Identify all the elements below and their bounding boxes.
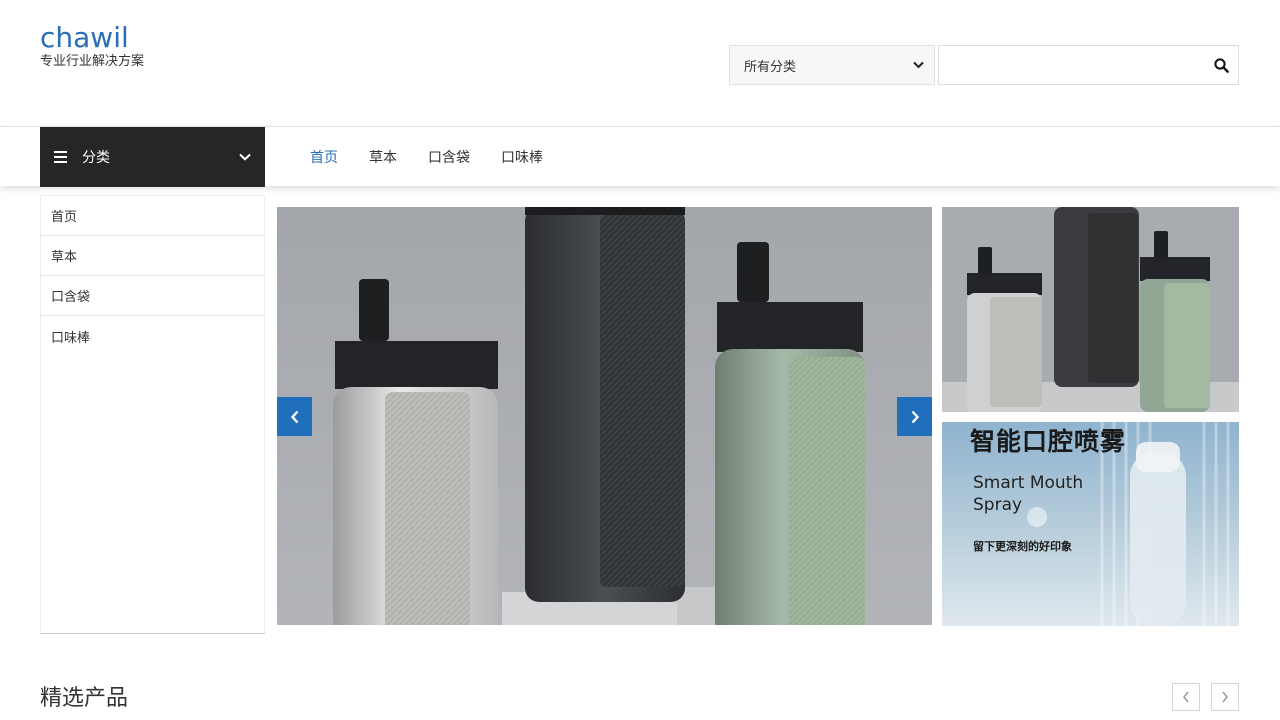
- side-banner-top-image: [942, 207, 1239, 412]
- nav-link-pouches[interactable]: 口含袋: [428, 147, 470, 167]
- nav-link-flavor-sticks[interactable]: 口味棒: [501, 147, 543, 167]
- slider-prev-button[interactable]: [277, 397, 312, 436]
- nav-link-home[interactable]: 首页: [310, 147, 338, 167]
- site-tagline: 专业行业解决方案: [40, 54, 145, 69]
- sidebar-item-home[interactable]: 首页: [41, 196, 264, 236]
- menu-icon: [54, 151, 67, 163]
- category-select-value: 所有分类: [744, 59, 797, 75]
- brand[interactable]: chawil 专业行业解决方案: [40, 22, 144, 70]
- category-select[interactable]: 所有分类: [729, 45, 935, 85]
- chevron-down-icon: [239, 153, 251, 161]
- slider-next-button[interactable]: [897, 397, 932, 436]
- side-banner-tagline: 留下更深刻的好印象: [973, 540, 1072, 553]
- category-sidebar: 首页 草本 口含袋 口味棒: [40, 195, 265, 634]
- chevron-right-icon: [911, 410, 919, 423]
- featured-next-button[interactable]: [1211, 683, 1239, 711]
- chevron-left-icon: [290, 410, 298, 423]
- side-banner-bottom[interactable]: 智能口腔喷雾 Smart Mouth Spray 留下更深刻的好印象: [942, 422, 1239, 626]
- side-banner-title-cn: 智能口腔喷雾: [970, 427, 1127, 456]
- hero-slider[interactable]: [277, 207, 932, 625]
- search-bar: 所有分类: [729, 45, 1239, 85]
- categories-toggle[interactable]: 分类: [40, 127, 265, 187]
- nav-links: 首页 草本 口含袋 口味棒: [310, 127, 574, 187]
- sidebar-item-flavor-sticks[interactable]: 口味棒: [41, 316, 264, 356]
- chevron-right-icon: [1222, 691, 1228, 703]
- site-logo-text[interactable]: chawil: [40, 22, 144, 54]
- side-banner-title-en: Smart Mouth Spray: [973, 473, 1084, 515]
- featured-products-title: 精选产品: [40, 686, 129, 711]
- featured-prev-button[interactable]: [1172, 683, 1200, 711]
- hero-slide-image: [277, 207, 932, 625]
- chevron-down-icon: [913, 61, 924, 69]
- site-header: chawil 专业行业解决方案 所有分类: [0, 0, 1280, 127]
- side-banner-top[interactable]: [942, 207, 1239, 412]
- nav-link-herbal[interactable]: 草本: [369, 147, 397, 167]
- sidebar-item-pouches[interactable]: 口含袋: [41, 276, 264, 316]
- chevron-left-icon: [1183, 691, 1189, 703]
- search-button[interactable]: [1203, 45, 1239, 85]
- main-navbar: 分类 首页 草本 口含袋 口味棒: [0, 126, 1280, 187]
- categories-toggle-label: 分类: [82, 150, 110, 166]
- search-icon: [1213, 57, 1229, 73]
- search-input[interactable]: [938, 45, 1239, 85]
- sidebar-item-herbal[interactable]: 草本: [41, 236, 264, 276]
